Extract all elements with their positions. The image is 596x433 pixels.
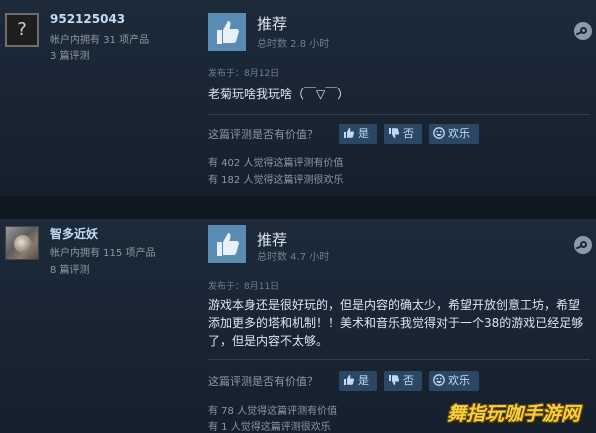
playtime-hours: 总时数 2.8 小时 (257, 39, 330, 50)
vote-funny-button[interactable]: 欢乐 (429, 371, 479, 391)
divider (208, 114, 590, 115)
review-verdict: 推荐 (257, 15, 288, 33)
review-separator (0, 196, 596, 219)
vote-no-label: 否 (403, 374, 414, 387)
vote-yes-button[interactable]: 是 (339, 371, 377, 391)
vote-no-button[interactable]: 否 (384, 371, 422, 391)
reviewer-review-count[interactable]: 3 篇评测 (50, 47, 90, 62)
funny-count: 有 1 人觉得这篇评测很欢乐 (208, 422, 331, 433)
posted-date: 发布于：8月12日 (208, 69, 280, 79)
thumbs-up-icon (208, 13, 246, 51)
helpful-question: 这篇评测是否有价值？ (208, 375, 318, 388)
steam-logo-icon (574, 236, 592, 254)
smiley-icon (433, 374, 445, 386)
reviewer-products[interactable]: 帐户内拥有 115 项产品 (50, 244, 155, 259)
vote-funny-button[interactable]: 欢乐 (429, 124, 479, 144)
divider (208, 359, 590, 360)
helpful-count: 有 78 人觉得这篇评测有价值 (208, 406, 338, 417)
avatar[interactable] (5, 226, 39, 260)
reviewer-name[interactable]: 952125043 (50, 12, 125, 26)
vote-no-button[interactable]: 否 (384, 124, 422, 144)
vote-funny-label: 欢乐 (448, 127, 470, 140)
funny-count: 有 182 人觉得这篇评测很欢乐 (208, 175, 344, 186)
review-verdict: 推荐 (257, 231, 288, 249)
review-text: 老菊玩啥我玩啥（￣▽￣） (208, 87, 350, 101)
smiley-icon (433, 127, 445, 139)
vote-yes-label: 是 (358, 374, 369, 387)
thumbs-up-icon (344, 375, 355, 385)
thumbs-down-icon (389, 128, 400, 138)
reviewer-name[interactable]: 智多近妖 (50, 225, 98, 242)
review-text: 游戏本身还是很好玩的，但是内容的确太少，希望开放创意工坊，希望添加更多的塔和机制… (208, 298, 584, 348)
vote-funny-label: 欢乐 (448, 374, 470, 387)
vote-no-label: 否 (403, 127, 414, 140)
vote-yes-label: 是 (358, 127, 369, 140)
vote-yes-button[interactable]: 是 (339, 124, 377, 144)
question-mark-icon[interactable]: ? (5, 13, 39, 47)
reviewer-products[interactable]: 帐户内拥有 31 项产品 (50, 31, 149, 46)
review-card: ? 952125043 帐户内拥有 31 项产品 3 篇评测 推荐 总时数 2.… (0, 0, 596, 196)
thumbs-down-icon (389, 375, 400, 385)
thumbs-up-icon (344, 128, 355, 138)
watermark: 舞指玩咖手游网 (447, 403, 581, 425)
thumbs-up-icon (208, 225, 246, 263)
steam-logo-icon (574, 22, 592, 40)
helpful-question: 这篇评测是否有价值？ (208, 128, 318, 141)
posted-date: 发布于：8月11日 (208, 282, 280, 292)
helpful-count: 有 402 人觉得这篇评测有价值 (208, 158, 344, 169)
playtime-hours: 总时数 4.7 小时 (257, 252, 330, 263)
reviewer-review-count[interactable]: 8 篇评测 (50, 261, 90, 276)
